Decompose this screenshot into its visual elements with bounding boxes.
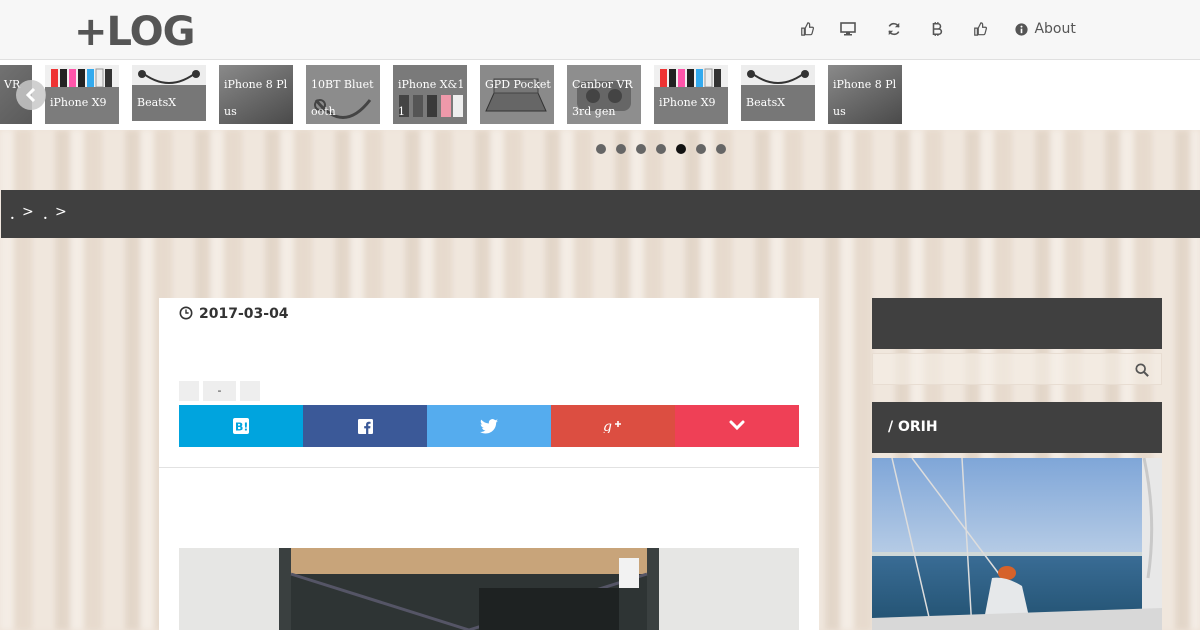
slide-item[interactable]: GPD Pocket	[480, 65, 554, 124]
slide-item[interactable]: iPhone 8 Plus	[219, 65, 293, 124]
breadcrumb-separator: >	[22, 204, 34, 220]
bitcoin-icon	[932, 22, 943, 36]
breadcrumb-item[interactable]: ．	[9, 204, 23, 224]
profile-image	[872, 458, 1162, 630]
twitter-icon	[480, 418, 498, 434]
nav-thumbs-up-2[interactable]	[973, 18, 988, 40]
site-header: +LOG About	[0, 0, 1200, 60]
profile-title: / ORIH	[888, 419, 938, 435]
hatena-share-button[interactable]: B!	[179, 405, 303, 447]
thumbs-up-icon	[974, 22, 988, 36]
svg-text:B!: B!	[235, 421, 248, 434]
slide-item[interactable]: Canbor VR 3rd gen	[567, 65, 641, 124]
svg-text:g: g	[603, 419, 612, 433]
slide-item[interactable]: iPhone X&11	[393, 65, 467, 124]
search-input[interactable]	[873, 354, 1139, 384]
facebook-icon	[357, 418, 373, 434]
slide-item[interactable]: 10BT Bluetooth	[306, 65, 380, 124]
breadcrumb: ． > ． >	[1, 190, 1200, 238]
clock-icon	[179, 306, 193, 320]
pocket-share-button[interactable]	[675, 405, 799, 447]
facebook-share-button[interactable]	[303, 405, 427, 447]
chevron-left-icon	[25, 88, 36, 102]
article-hero-image	[179, 548, 799, 630]
category-tag[interactable]: -	[203, 381, 236, 401]
pocket-icon	[729, 420, 745, 431]
post-date: 2017-03-04	[179, 304, 289, 324]
slide-item[interactable]: BeatsX	[132, 65, 206, 121]
nav-desktop[interactable]	[840, 18, 856, 40]
slide-item[interactable]: iPhone X9	[654, 65, 728, 124]
slider-dot[interactable]	[716, 144, 726, 154]
refresh-icon	[888, 22, 900, 36]
slider-dot[interactable]	[616, 144, 626, 154]
search-box	[872, 353, 1162, 385]
slider-dot[interactable]	[596, 144, 606, 154]
nav-bitcoin[interactable]	[931, 18, 943, 40]
sidebar-widget-header	[872, 298, 1162, 349]
search-icon	[1135, 363, 1149, 377]
about-label: About	[1034, 21, 1076, 37]
slider-prev-button[interactable]	[16, 80, 46, 110]
hatena-bookmark-icon: B!	[233, 418, 249, 434]
article-card: 2017-03-04 - B! g	[159, 298, 819, 630]
google-plus-share-button[interactable]: g	[551, 405, 675, 447]
google-plus-icon: g	[603, 419, 621, 433]
category-tag[interactable]	[179, 381, 199, 401]
site-logo[interactable]: +LOG	[74, 8, 195, 56]
slide-item[interactable]: iPhone X9	[45, 65, 119, 124]
share-buttons: B! g	[179, 405, 799, 447]
slider-dot[interactable]	[636, 144, 646, 154]
search-button[interactable]	[1135, 362, 1149, 381]
nav-refresh[interactable]	[887, 18, 901, 40]
thumbs-up-icon	[801, 22, 815, 36]
desktop-icon	[840, 22, 856, 36]
info-icon	[1015, 22, 1028, 36]
breadcrumb-separator: >	[55, 204, 67, 220]
post-date-text: 2017-03-04	[199, 306, 289, 322]
post-slider: VR iPhone X9 BeatsX iPhone 8 Plus 10BT B…	[0, 60, 1200, 130]
divider	[159, 467, 819, 468]
slider-dot[interactable]	[676, 144, 686, 154]
slide-item[interactable]: iPhone 8 Plus	[828, 65, 902, 124]
profile-widget-header: / ORIH	[872, 402, 1162, 453]
nav-thumbs-up-1[interactable]	[800, 18, 815, 40]
nav-about[interactable]: About	[1015, 18, 1076, 40]
slider-dot[interactable]	[656, 144, 666, 154]
category-tag[interactable]	[240, 381, 260, 401]
twitter-share-button[interactable]	[427, 405, 551, 447]
slide-item[interactable]: BeatsX	[741, 65, 815, 121]
breadcrumb-item[interactable]: ．	[42, 204, 56, 224]
slider-dot[interactable]	[696, 144, 706, 154]
